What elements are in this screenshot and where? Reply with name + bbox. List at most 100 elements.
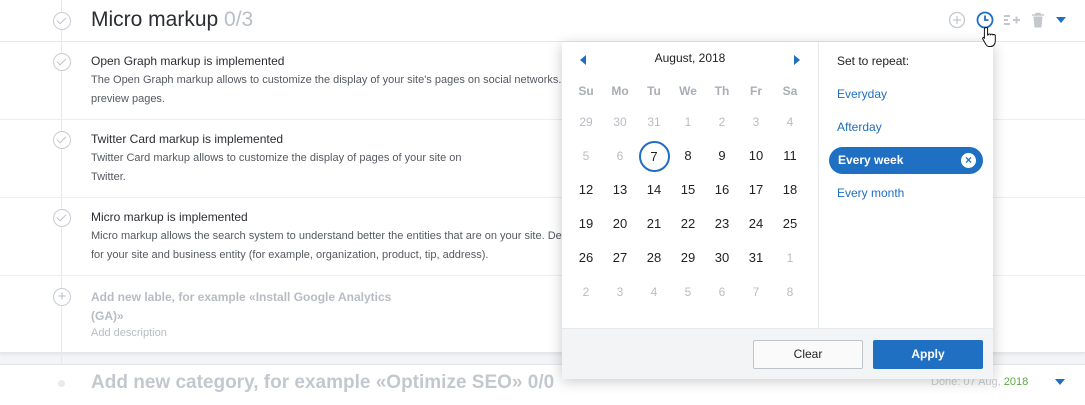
calendar-day[interactable]: 22: [671, 210, 705, 238]
repeat-panel: Set to repeat: Everyday Afterday Every w…: [819, 42, 993, 328]
category-check-icon[interactable]: [53, 12, 71, 30]
weekday-label: Su: [578, 84, 594, 98]
calendar-day-number: 23: [714, 216, 730, 231]
calendar-day[interactable]: 12: [569, 176, 603, 204]
calendar-day[interactable]: 30: [705, 244, 739, 272]
schedule-popup: August, 2018 Su Mo Tu We Th Fr Sa 29 30 31 1 2 3 4 5 6 7…: [562, 42, 993, 379]
calendar-day[interactable]: 6: [603, 142, 637, 170]
trash-icon[interactable]: [1029, 11, 1047, 29]
calendar-day[interactable]: 7: [739, 278, 773, 306]
weekday-label: Sa: [782, 84, 798, 98]
task-desc-line: Twitter Card markup allows to customize …: [91, 152, 462, 164]
chevron-down-icon[interactable]: [1055, 379, 1065, 385]
calendar-day[interactable]: 31: [739, 244, 773, 272]
calendar-day[interactable]: 26: [569, 244, 603, 272]
calendar-day[interactable]: 21: [637, 210, 671, 238]
calendar-day[interactable]: 5: [569, 142, 603, 170]
calendar-day[interactable]: 2: [705, 108, 739, 136]
calendar-day-number: 16: [714, 182, 730, 197]
calendar-day[interactable]: 19: [569, 210, 603, 238]
hand-pointer-icon: [982, 26, 996, 47]
calendar-day-number: 24: [748, 216, 764, 231]
calendar-day[interactable]: 16: [705, 176, 739, 204]
task-desc-line: for your site and business entity (for e…: [91, 249, 489, 261]
calendar-day-number: 25: [782, 216, 798, 231]
task-check-icon[interactable]: [53, 209, 71, 227]
calendar-day-number: 5: [684, 285, 692, 299]
calendar-day-number: 13: [612, 182, 628, 197]
calendar-day-number: 4: [650, 285, 658, 299]
calendar-day-selected[interactable]: 7: [637, 141, 671, 172]
popup-footer: Clear Apply: [562, 328, 993, 379]
weekday-label: Tu: [647, 84, 661, 98]
calendar-day[interactable]: 23: [705, 210, 739, 238]
calendar-day-number: 22: [680, 216, 696, 231]
calendar-day[interactable]: 2: [569, 278, 603, 306]
apply-button[interactable]: Apply: [873, 340, 983, 369]
timeline-dot: [58, 380, 65, 387]
calendar-day[interactable]: 10: [739, 142, 773, 170]
repeat-label: Set to repeat:: [837, 54, 910, 68]
calendar-day[interactable]: 14: [637, 176, 671, 204]
calendar-day-number: 20: [612, 216, 628, 231]
calendar-day[interactable]: 1: [671, 108, 705, 136]
calendar-day[interactable]: 18: [773, 176, 807, 204]
calendar-day[interactable]: 8: [671, 142, 705, 170]
calendar-day[interactable]: 3: [603, 278, 637, 306]
clear-button[interactable]: Clear: [753, 340, 863, 369]
calendar-day-number: 19: [578, 216, 594, 231]
calendar-day[interactable]: 28: [637, 244, 671, 272]
calendar-day-number: 9: [718, 148, 726, 163]
arrow-right-icon[interactable]: [794, 55, 800, 65]
calendar-day[interactable]: 20: [603, 210, 637, 238]
calendar-day[interactable]: 25: [773, 210, 807, 238]
calendar-day[interactable]: 29: [569, 108, 603, 136]
calendar-day-number: 15: [680, 182, 696, 197]
category-title: Micro markup 0/3: [91, 8, 253, 32]
task-check-icon[interactable]: [53, 131, 71, 149]
done-year: 2018: [1003, 376, 1029, 388]
close-icon[interactable]: ×: [961, 153, 976, 168]
new-category-title-input[interactable]: Add new category, for example «Optimize …: [91, 372, 554, 394]
calendar-day-number: 8: [684, 148, 692, 163]
calendar-day-number: 2: [582, 285, 590, 299]
calendar-day-number: 17: [748, 182, 764, 197]
task-check-icon[interactable]: [53, 53, 71, 71]
repeat-option-every-month[interactable]: Every month: [837, 186, 904, 200]
weekday-label: Mo: [611, 84, 629, 98]
calendar-day[interactable]: 3: [739, 108, 773, 136]
calendar-day[interactable]: 31: [637, 108, 671, 136]
repeat-option-every-week[interactable]: Every week ×: [829, 147, 983, 174]
calendar-day[interactable]: 1: [773, 244, 807, 272]
calendar-day[interactable]: 8: [773, 278, 807, 306]
calendar-day[interactable]: 11: [773, 142, 807, 170]
new-task-title-input[interactable]: Add new lable, for example «Install Goog…: [91, 288, 391, 326]
weekday-label: Fr: [750, 84, 762, 98]
calendar-day[interactable]: 13: [603, 176, 637, 204]
calendar-day[interactable]: 5: [671, 278, 705, 306]
calendar-day-number: 1: [786, 251, 794, 265]
calendar-day[interactable]: 4: [637, 278, 671, 306]
calendar-day-number: 29: [579, 115, 593, 129]
task-desc-line: preview pages.: [91, 93, 165, 105]
add-circle-icon[interactable]: [948, 11, 966, 29]
new-category-placeholder: Add new category, for example «Optimize …: [91, 372, 523, 393]
calendar-day[interactable]: 27: [603, 244, 637, 272]
repeat-option-afterday[interactable]: Afterday: [837, 120, 882, 134]
calendar-day[interactable]: 29: [671, 244, 705, 272]
calendar-day-number: 28: [646, 250, 662, 265]
add-task-plus-icon[interactable]: +: [53, 288, 71, 306]
calendar-day[interactable]: 4: [773, 108, 807, 136]
add-subtask-icon[interactable]: [1003, 11, 1021, 29]
calendar-day[interactable]: 30: [603, 108, 637, 136]
calendar-day[interactable]: 15: [671, 176, 705, 204]
repeat-option-everyday[interactable]: Everyday: [837, 87, 887, 101]
new-category-count: 0/0: [527, 372, 555, 393]
calendar-day[interactable]: 24: [739, 210, 773, 238]
calendar-day[interactable]: 17: [739, 176, 773, 204]
new-task-placeholder-line: Add new lable, for example «Install Goog…: [91, 290, 392, 304]
calendar-day[interactable]: 9: [705, 142, 739, 170]
calendar-day[interactable]: 6: [705, 278, 739, 306]
new-task-description-input[interactable]: Add description: [91, 327, 167, 339]
chevron-down-icon[interactable]: [1052, 11, 1070, 29]
